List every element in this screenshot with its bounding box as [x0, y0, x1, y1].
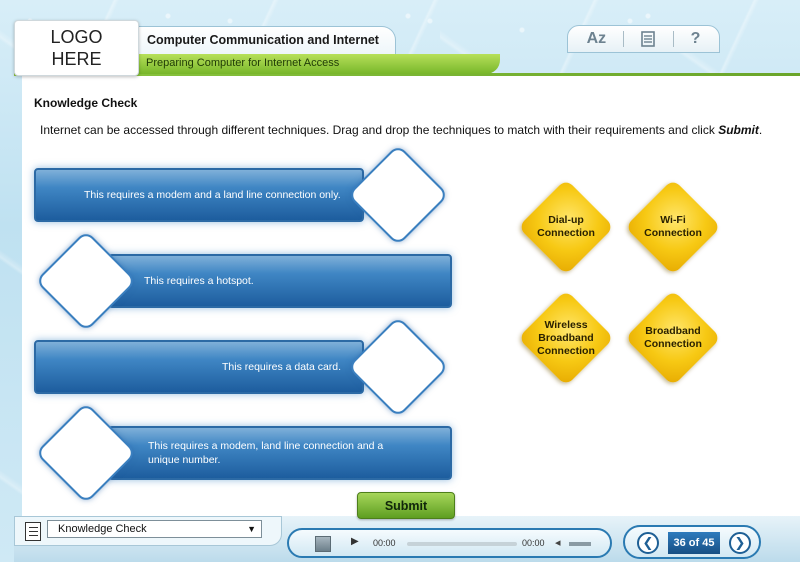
- topic-dropdown-value: Knowledge Check: [58, 523, 147, 535]
- answer-broadband[interactable]: Broadband Connection: [624, 289, 722, 387]
- tool-separator: [623, 31, 625, 47]
- module-subtitle-bar: Preparing Computer for Internet Access: [138, 54, 500, 74]
- topic-dropdown[interactable]: Knowledge Check ▼: [47, 520, 262, 538]
- requirement-text: This requires a modem, land line connect…: [148, 440, 384, 466]
- glossary-button[interactable]: Az: [587, 30, 607, 48]
- requirement-text: This requires a hotspot.: [144, 275, 254, 287]
- question-icon: ?: [690, 30, 701, 47]
- answer-label: Broadband Connection: [644, 325, 702, 350]
- requirement-row-2: This requires a hotspot.: [108, 254, 452, 308]
- answer-dial-up[interactable]: Dial-up Connection: [517, 178, 615, 276]
- answer-wi-fi[interactable]: Wi-Fi Connection: [624, 178, 722, 276]
- answer-wireless-broadband[interactable]: Wireless Broadband Connection: [517, 289, 615, 387]
- menu-list-icon[interactable]: [25, 522, 41, 541]
- logo: LOGO HERE: [14, 20, 139, 76]
- play-icon[interactable]: ▶: [351, 536, 359, 547]
- requirement-text: This requires a data card.: [222, 361, 342, 373]
- volume-slider[interactable]: [569, 542, 591, 546]
- submit-button[interactable]: Submit: [357, 492, 455, 519]
- course-title-tab: Computer Communication and Internet: [138, 26, 396, 54]
- volume-icon[interactable]: ◂: [555, 536, 561, 549]
- time-total: 00:00: [522, 538, 545, 548]
- tool-separator: [672, 31, 674, 47]
- az-icon: Az: [586, 30, 607, 47]
- instruction-end: .: [758, 123, 763, 137]
- document-icon: [641, 31, 656, 47]
- answer-label: Dial-up Connection: [537, 214, 595, 239]
- requirement-row-4: This requires a modem, land line connect…: [108, 426, 452, 480]
- instruction-text: Internet can be accessed through differe…: [40, 123, 719, 137]
- transcript-button[interactable]: [641, 31, 656, 47]
- media-player: ▶ 00:00 00:00 ◂: [287, 528, 612, 558]
- time-current: 00:00: [373, 538, 396, 548]
- tools-tab: Az ?: [567, 25, 720, 53]
- requirement-row-1: This requires a modem and a land line co…: [34, 168, 364, 222]
- chevron-down-icon: ▼: [247, 524, 256, 534]
- page-navigation: ❮ 36 of 45 ❯: [623, 525, 761, 559]
- instructions: Internet can be accessed through differe…: [40, 123, 762, 137]
- page-counter: 36 of 45: [668, 532, 720, 554]
- answer-label: Wireless Broadband Connection: [537, 318, 595, 357]
- module-subtitle: Preparing Computer for Internet Access: [146, 57, 340, 69]
- instruction-emphasis: Submit: [718, 123, 759, 137]
- seek-bar[interactable]: [407, 542, 517, 546]
- next-button[interactable]: ❯: [729, 532, 751, 554]
- requirement-row-3: This requires a data card.: [34, 340, 364, 394]
- audio-toggle-icon[interactable]: [315, 536, 331, 552]
- answer-label: Wi-Fi Connection: [644, 214, 702, 239]
- requirement-text: This requires a modem and a land line co…: [84, 189, 341, 201]
- help-button[interactable]: ?: [691, 30, 701, 48]
- prev-button[interactable]: ❮: [637, 532, 659, 554]
- page-title: Knowledge Check: [34, 96, 138, 110]
- course-title: Computer Communication and Internet: [147, 33, 379, 47]
